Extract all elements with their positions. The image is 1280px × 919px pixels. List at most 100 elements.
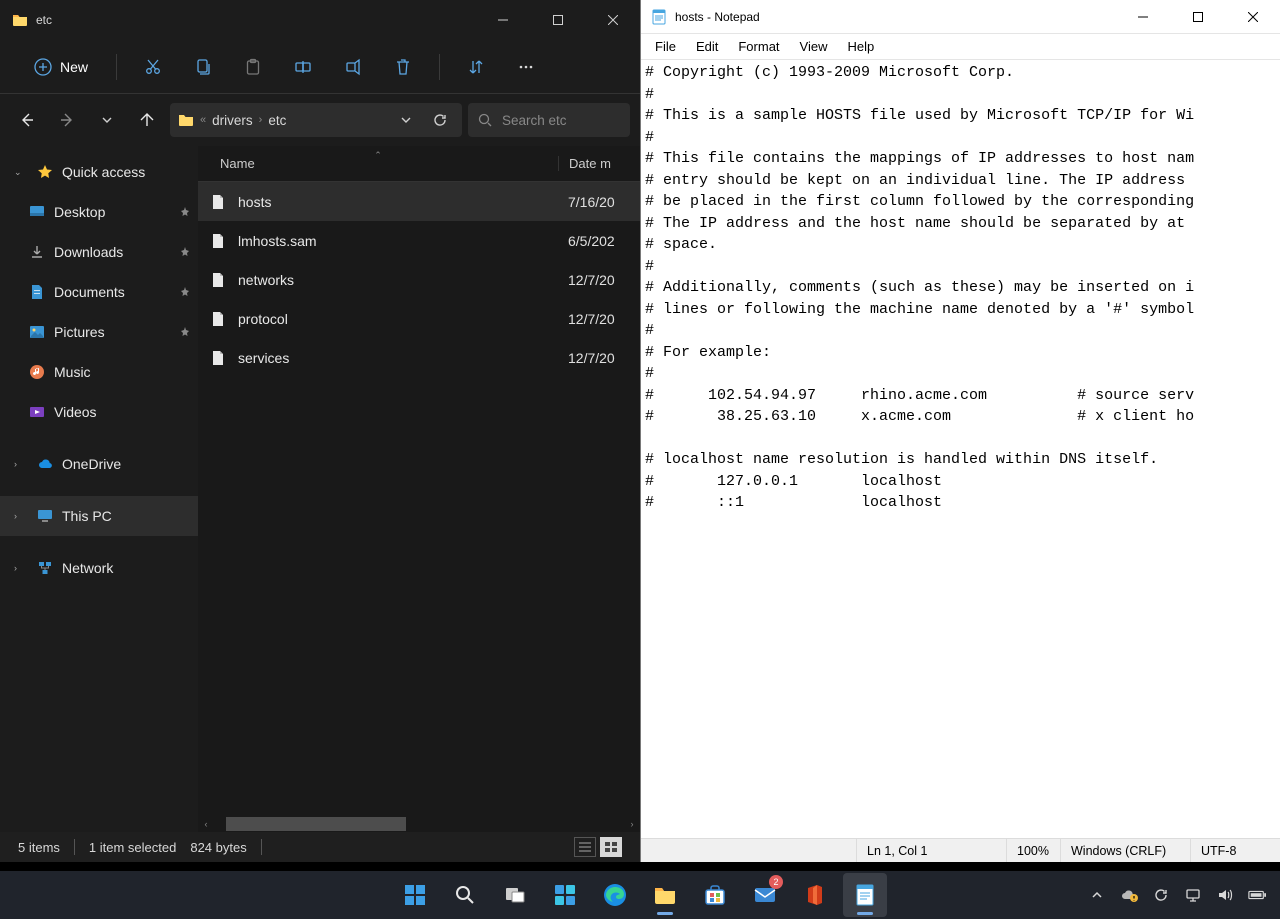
windows-update-icon[interactable] — [1152, 886, 1170, 904]
edge-button[interactable] — [593, 873, 637, 917]
recent-button[interactable] — [90, 103, 124, 137]
notepad-titlebar[interactable]: hosts - Notepad — [641, 0, 1280, 34]
status-line-col: Ln 1, Col 1 — [856, 839, 1006, 862]
breadcrumb-segment[interactable]: drivers — [212, 113, 253, 128]
breadcrumb[interactable]: « drivers › etc — [170, 103, 462, 137]
sidebar-item-quick-access[interactable]: ⌄ Quick access — [0, 152, 198, 192]
notepad-status-bar: Ln 1, Col 1 100% Windows (CRLF) UTF-8 — [641, 838, 1280, 862]
search-input[interactable]: Search etc — [468, 103, 630, 137]
search-placeholder: Search etc — [502, 113, 567, 128]
up-button[interactable] — [130, 103, 164, 137]
column-header-date[interactable]: Date m — [558, 156, 640, 171]
folder-icon — [178, 112, 194, 128]
windows-icon — [404, 884, 426, 906]
column-header-name[interactable]: ⌃Name — [198, 156, 558, 171]
file-date: 6/5/202 — [558, 233, 640, 249]
menu-file[interactable]: File — [645, 36, 686, 57]
music-icon — [28, 363, 46, 381]
office-button[interactable] — [793, 873, 837, 917]
explorer-minimize-button[interactable] — [475, 0, 530, 40]
notepad-textarea[interactable] — [641, 60, 1280, 838]
share-button[interactable] — [333, 49, 373, 85]
menu-help[interactable]: Help — [837, 36, 884, 57]
sidebar-item-onedrive[interactable]: › OneDrive — [0, 444, 198, 484]
refresh-button[interactable] — [426, 106, 454, 134]
file-explorer-button[interactable] — [643, 873, 687, 917]
scroll-right-icon[interactable]: › — [624, 816, 640, 832]
explorer-maximize-button[interactable] — [530, 0, 585, 40]
file-row[interactable]: networks 12/7/20 — [198, 260, 640, 299]
widgets-button[interactable] — [543, 873, 587, 917]
back-button[interactable] — [10, 103, 44, 137]
rename-button[interactable] — [283, 49, 323, 85]
paste-button[interactable] — [233, 49, 273, 85]
network-tray-icon[interactable] — [1184, 886, 1202, 904]
pin-icon — [180, 207, 190, 217]
clipboard-icon — [244, 58, 262, 76]
sidebar-item-downloads[interactable]: Downloads — [0, 232, 198, 272]
sidebar-item-network[interactable]: › Network — [0, 548, 198, 588]
file-row[interactable]: hosts 7/16/20 — [198, 182, 640, 221]
file-name: networks — [238, 272, 294, 288]
search-icon — [454, 884, 476, 906]
notepad-maximize-button[interactable] — [1170, 0, 1225, 34]
file-name: services — [238, 350, 289, 366]
sidebar-item-documents[interactable]: Documents — [0, 272, 198, 312]
copy-button[interactable] — [183, 49, 223, 85]
cut-button[interactable] — [133, 49, 173, 85]
explorer-body: ⌄ Quick access Desktop Downloads Documen… — [0, 146, 640, 832]
explorer-close-button[interactable] — [585, 0, 640, 40]
folder-icon — [12, 12, 28, 28]
menu-format[interactable]: Format — [728, 36, 789, 57]
pin-icon — [180, 327, 190, 337]
horizontal-scrollbar[interactable]: ‹ › — [198, 816, 640, 832]
sidebar-item-pictures[interactable]: Pictures — [0, 312, 198, 352]
battery-tray-icon[interactable] — [1248, 886, 1266, 904]
volume-tray-icon[interactable] — [1216, 886, 1234, 904]
arrow-up-icon — [139, 112, 155, 128]
scrollbar-thumb[interactable] — [226, 817, 406, 831]
breadcrumb-dropdown[interactable] — [392, 106, 420, 134]
onedrive-tray-icon[interactable] — [1120, 886, 1138, 904]
microsoft-store-button[interactable] — [693, 873, 737, 917]
explorer-titlebar[interactable]: etc — [0, 0, 640, 40]
file-icon — [210, 271, 228, 289]
tray-overflow-button[interactable] — [1088, 886, 1106, 904]
file-row[interactable]: lmhosts.sam 6/5/202 — [198, 221, 640, 260]
sort-button[interactable] — [456, 49, 496, 85]
notepad-icon — [853, 883, 877, 907]
scissors-icon — [144, 58, 162, 76]
notepad-button[interactable] — [843, 873, 887, 917]
sidebar-item-videos[interactable]: Videos — [0, 392, 198, 432]
more-button[interactable] — [506, 49, 546, 85]
view-details-button[interactable] — [574, 837, 596, 857]
scroll-left-icon[interactable]: ‹ — [198, 816, 214, 832]
start-button[interactable] — [393, 873, 437, 917]
breadcrumb-segment[interactable]: etc — [268, 113, 286, 128]
notepad-minimize-button[interactable] — [1115, 0, 1170, 34]
taskbar-search-button[interactable] — [443, 873, 487, 917]
taskbar: 2 — [0, 871, 1280, 919]
file-icon — [210, 193, 228, 211]
pin-icon — [180, 287, 190, 297]
sidebar-item-music[interactable]: Music — [0, 352, 198, 392]
trash-icon — [394, 58, 412, 76]
file-date: 12/7/20 — [558, 272, 640, 288]
sidebar-item-desktop[interactable]: Desktop — [0, 192, 198, 232]
menu-edit[interactable]: Edit — [686, 36, 728, 57]
file-row[interactable]: protocol 12/7/20 — [198, 299, 640, 338]
status-item-count: 5 items — [18, 840, 60, 855]
menu-view[interactable]: View — [790, 36, 838, 57]
toolbar-separator — [116, 54, 117, 80]
delete-button[interactable] — [383, 49, 423, 85]
forward-button[interactable] — [50, 103, 84, 137]
explorer-window: etc New « drivers › etc — [0, 0, 640, 862]
file-row[interactable]: services 12/7/20 — [198, 338, 640, 377]
explorer-sidebar: ⌄ Quick access Desktop Downloads Documen… — [0, 146, 198, 832]
task-view-button[interactable] — [493, 873, 537, 917]
new-button[interactable]: New — [22, 52, 100, 82]
mail-button[interactable]: 2 — [743, 873, 787, 917]
view-icons-button[interactable] — [600, 837, 622, 857]
sidebar-item-this-pc[interactable]: › This PC — [0, 496, 198, 536]
notepad-close-button[interactable] — [1225, 0, 1280, 34]
